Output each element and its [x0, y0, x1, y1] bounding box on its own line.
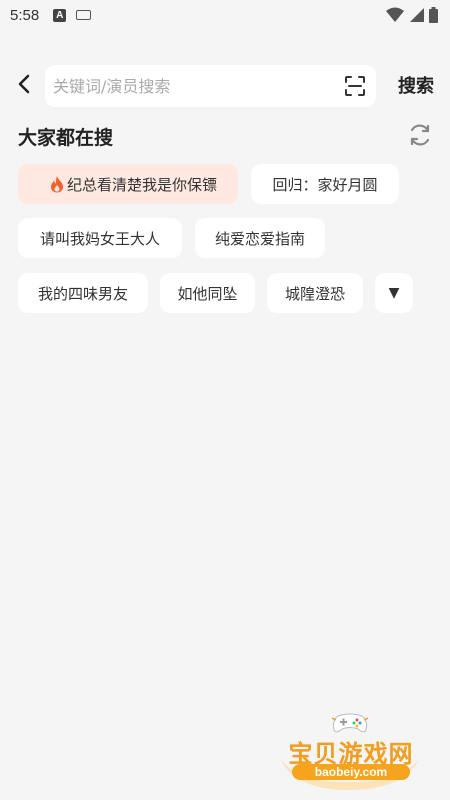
search-button[interactable]: 搜索: [398, 72, 434, 98]
refresh-icon[interactable]: [407, 122, 433, 148]
tag-label: 城隍澄恐: [284, 284, 345, 303]
tag-label: 回归：家好月圆: [272, 175, 378, 194]
search-header: 搜索: [0, 62, 450, 108]
search-tag[interactable]: 城隍澄恐: [267, 273, 363, 313]
watermark-logo: 宝贝游戏网 baobeiy.com: [274, 700, 424, 796]
back-button[interactable]: [12, 72, 36, 96]
search-tag[interactable]: 如他同坠: [160, 273, 255, 313]
triangle-down-icon: ▼: [388, 285, 400, 301]
search-tag-hot[interactable]: 纪总看清楚我是你保镖: [18, 164, 238, 204]
keyboard-icon: [76, 10, 92, 20]
scan-icon[interactable]: [344, 75, 366, 97]
gamepad-icon: [332, 713, 368, 733]
battery-icon: [429, 7, 438, 23]
tag-label: 纪总看清楚我是你保镖: [66, 175, 217, 194]
hot-search-title: 大家都在搜: [18, 127, 114, 149]
search-box[interactable]: [45, 65, 376, 107]
status-right: [386, 7, 438, 23]
tag-label: 纯爱恋爱指南: [214, 229, 305, 248]
tag-label: 我的四味男友: [37, 284, 128, 303]
signal-icon: [410, 8, 424, 22]
search-tag[interactable]: 回归：家好月圆: [251, 164, 399, 204]
search-input[interactable]: [53, 65, 333, 107]
tag-label: 请叫我妈女王大人: [39, 229, 160, 248]
fire-icon: [50, 176, 63, 193]
status-bar: 5:58 A: [0, 0, 450, 30]
wifi-icon: [386, 7, 404, 22]
expand-more-button[interactable]: ▼: [375, 273, 413, 313]
search-tag[interactable]: 纯爱恋爱指南: [195, 218, 325, 258]
watermark-url: baobeiy.com: [292, 764, 410, 780]
search-tag[interactable]: 请叫我妈女王大人: [18, 218, 182, 258]
notification-a-icon: A: [53, 8, 67, 22]
search-tag[interactable]: 我的四味男友: [18, 273, 148, 313]
tag-label: 如他同坠: [177, 284, 238, 303]
chevron-left-icon: [18, 74, 30, 94]
status-time: 5:58: [10, 6, 40, 24]
